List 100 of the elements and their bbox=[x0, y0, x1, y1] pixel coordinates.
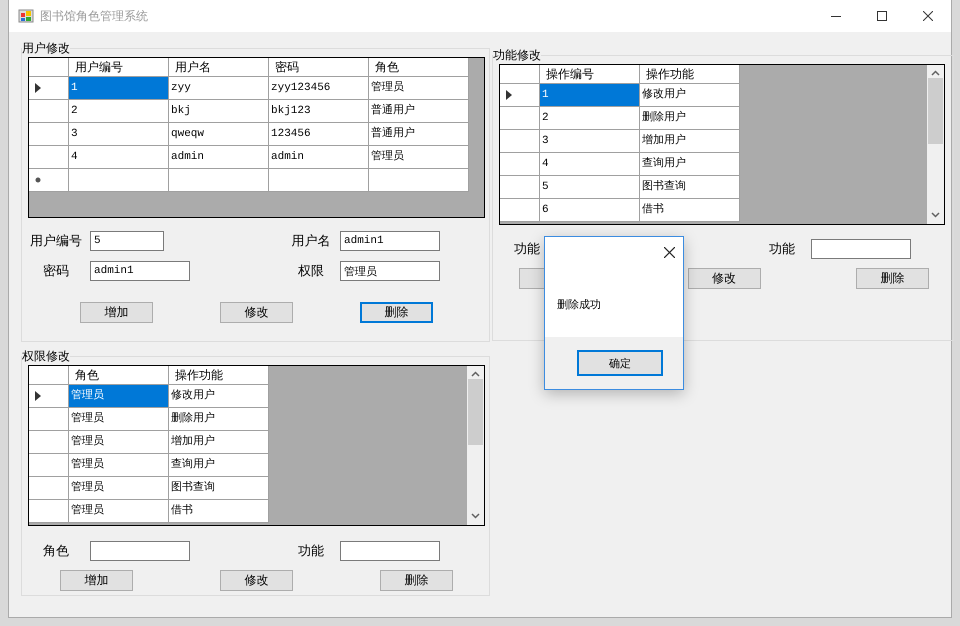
maximize-icon[interactable] bbox=[877, 11, 887, 21]
vertical-scrollbar[interactable] bbox=[927, 65, 944, 224]
table-cell[interactable] bbox=[269, 169, 369, 192]
table-cell[interactable]: 增加用户 bbox=[640, 130, 740, 153]
data-grid[interactable]: 操作编号 操作功能 1 修改用户 2 删除用户 3 增加用户 4 查询用户 5 图书查询 6 借书 bbox=[499, 64, 945, 225]
column-header[interactable]: 密码 bbox=[269, 58, 369, 77]
corner-header bbox=[29, 366, 69, 385]
scroll-thumb[interactable] bbox=[468, 379, 483, 445]
row-header[interactable] bbox=[29, 77, 69, 100]
column-header[interactable]: 操作功能 bbox=[169, 366, 269, 385]
action-button[interactable]: 修改 bbox=[220, 302, 293, 323]
action-button[interactable]: 修改 bbox=[220, 570, 293, 591]
action-button[interactable]: 修改 bbox=[688, 268, 760, 289]
ok-button[interactable]: 确定 bbox=[577, 350, 663, 376]
table-cell[interactable]: 查询用户 bbox=[640, 153, 740, 176]
field-label: 角色 bbox=[42, 543, 70, 560]
field-label: 功能 bbox=[297, 543, 325, 560]
table-cell[interactable]: 管理员 bbox=[369, 146, 469, 169]
field-label: 功能 bbox=[768, 241, 796, 258]
field-label: 密码 bbox=[42, 263, 70, 280]
table-cell[interactable]: 删除用户 bbox=[169, 408, 269, 431]
action-button[interactable]: 增加 bbox=[80, 302, 153, 323]
table-cell[interactable]: 管理员 bbox=[69, 500, 169, 523]
table-cell[interactable]: 4 bbox=[69, 146, 169, 169]
table-cell[interactable]: 4 bbox=[540, 153, 640, 176]
input-field[interactable]: admin1 bbox=[90, 261, 190, 281]
input-field[interactable]: 5 bbox=[90, 231, 164, 251]
column-header[interactable]: 用户编号 bbox=[69, 58, 169, 77]
table-cell[interactable]: 3 bbox=[69, 123, 169, 146]
table-cell[interactable]: 管理员 bbox=[69, 431, 169, 454]
table-cell[interactable]: admin bbox=[169, 146, 269, 169]
table-cell[interactable]: 5 bbox=[540, 176, 640, 199]
action-button[interactable]: 增加 bbox=[60, 570, 133, 591]
scroll-up-icon[interactable] bbox=[471, 371, 480, 377]
group-title: 用户修改 bbox=[22, 40, 70, 57]
action-button[interactable]: 删除 bbox=[856, 268, 929, 289]
table-cell[interactable]: 1 bbox=[69, 77, 169, 100]
table-cell[interactable]: 增加用户 bbox=[169, 431, 269, 454]
input-field[interactable] bbox=[811, 239, 911, 259]
table-cell[interactable]: 1 bbox=[540, 84, 640, 107]
table-cell[interactable]: 管理员 bbox=[69, 385, 169, 408]
field-label: 权限 bbox=[297, 263, 325, 280]
current-row-icon bbox=[35, 83, 41, 93]
close-icon[interactable] bbox=[664, 246, 675, 258]
data-grid[interactable]: 角色 操作功能 管理员 修改用户 管理员 删除用户 管理员 增加用户 管理员 查询用户 管理员 图书查询 管理员 借书 bbox=[28, 365, 485, 526]
table-cell[interactable] bbox=[369, 169, 469, 192]
column-header[interactable]: 操作编号 bbox=[540, 65, 640, 84]
dialog-message: 删除成功 bbox=[557, 297, 602, 312]
table-cell[interactable]: 修改用户 bbox=[169, 385, 269, 408]
scroll-down-icon[interactable] bbox=[931, 212, 940, 218]
action-button[interactable]: 删除 bbox=[380, 570, 453, 591]
table-cell[interactable]: 管理员 bbox=[69, 454, 169, 477]
corner-header bbox=[500, 65, 540, 84]
app-icon bbox=[18, 8, 34, 24]
row-header[interactable] bbox=[500, 84, 540, 107]
table-cell[interactable]: 借书 bbox=[640, 199, 740, 222]
column-header[interactable]: 操作功能 bbox=[640, 65, 740, 84]
table-cell[interactable] bbox=[69, 169, 169, 192]
table-cell[interactable] bbox=[169, 169, 269, 192]
table-cell[interactable]: 2 bbox=[69, 100, 169, 123]
table-cell[interactable]: 借书 bbox=[169, 500, 269, 523]
table-cell[interactable]: 管理员 bbox=[69, 408, 169, 431]
current-row-icon bbox=[35, 391, 41, 401]
table-cell[interactable]: 普通用户 bbox=[369, 100, 469, 123]
table-cell[interactable]: 删除用户 bbox=[640, 107, 740, 130]
table-cell[interactable]: zyy bbox=[169, 77, 269, 100]
close-icon[interactable] bbox=[923, 11, 933, 21]
table-cell[interactable]: 图书查询 bbox=[640, 176, 740, 199]
table-cell[interactable]: bkj bbox=[169, 100, 269, 123]
table-cell[interactable]: bkj123 bbox=[269, 100, 369, 123]
column-header[interactable]: 角色 bbox=[69, 366, 169, 385]
table-cell[interactable]: 图书查询 bbox=[169, 477, 269, 500]
input-field[interactable] bbox=[90, 541, 190, 561]
table-cell[interactable]: qweqw bbox=[169, 123, 269, 146]
input-field[interactable] bbox=[340, 541, 440, 561]
table-cell[interactable]: 2 bbox=[540, 107, 640, 130]
column-header[interactable]: 用户名 bbox=[169, 58, 269, 77]
row-header[interactable] bbox=[29, 385, 69, 408]
table-cell[interactable]: 3 bbox=[540, 130, 640, 153]
table-cell[interactable]: admin bbox=[269, 146, 369, 169]
scroll-thumb[interactable] bbox=[928, 78, 943, 144]
table-cell[interactable]: 6 bbox=[540, 199, 640, 222]
table-cell[interactable]: 普通用户 bbox=[369, 123, 469, 146]
vertical-scrollbar[interactable] bbox=[467, 366, 484, 525]
table-cell[interactable]: 123456 bbox=[269, 123, 369, 146]
new-row-icon bbox=[35, 177, 41, 183]
input-field[interactable]: 管理员 bbox=[340, 261, 440, 281]
data-grid[interactable]: 用户编号 用户名 密码 角色 1 zyy zyy123456 管理员 2 bkj bkj123 普通用户 3 qweqw 123456 普通用户 4 admin admin 管理员 bbox=[28, 57, 485, 218]
action-button[interactable]: 删除 bbox=[360, 302, 433, 323]
table-cell[interactable]: 管理员 bbox=[69, 477, 169, 500]
table-cell[interactable]: 管理员 bbox=[369, 77, 469, 100]
table-cell[interactable]: 查询用户 bbox=[169, 454, 269, 477]
current-row-icon bbox=[506, 90, 512, 100]
scroll-up-icon[interactable] bbox=[931, 70, 940, 76]
column-header[interactable]: 角色 bbox=[369, 58, 469, 77]
input-field[interactable]: admin1 bbox=[340, 231, 440, 251]
scroll-down-icon[interactable] bbox=[471, 513, 480, 519]
corner-header bbox=[29, 58, 69, 77]
table-cell[interactable]: 修改用户 bbox=[640, 84, 740, 107]
table-cell[interactable]: zyy123456 bbox=[269, 77, 369, 100]
